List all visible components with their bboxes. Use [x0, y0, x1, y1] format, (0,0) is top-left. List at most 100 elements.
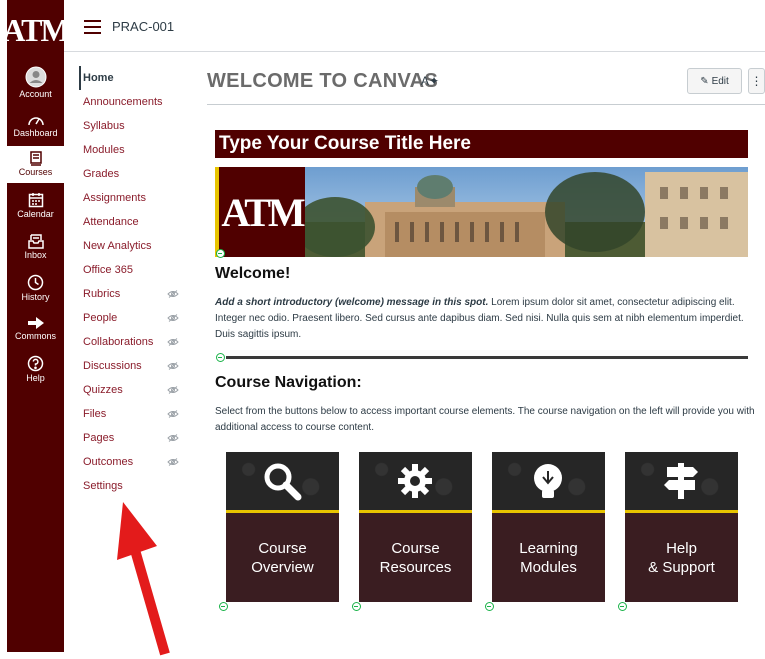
gear-icon — [398, 464, 432, 498]
pencil-icon: ✎ — [700, 75, 709, 87]
course-nav-collaborations[interactable]: Collaborations — [79, 330, 189, 354]
page-title: WELCOME TO CANVAS — [207, 70, 439, 92]
course-nav-label: Modules — [83, 144, 125, 156]
course-nav: Home Announcements Syllabus Modules Grad… — [79, 66, 189, 498]
course-nav-label: Quizzes — [83, 384, 123, 396]
annotation-arrow-icon — [117, 502, 170, 656]
hidden-eye-icon — [167, 434, 179, 442]
content-anchor-icon — [216, 353, 225, 362]
hidden-eye-icon — [167, 290, 179, 298]
canvas-course-home: ATM Account Dashboard Courses Calendar I… — [0, 0, 765, 659]
global-nav-dashboard[interactable]: Dashboard — [7, 113, 64, 139]
tile-label: Course Resources — [359, 513, 472, 602]
university-logo[interactable]: ATM — [2, 10, 70, 50]
course-nav-label: Syllabus — [83, 120, 125, 132]
content-anchor-icon — [219, 602, 228, 611]
global-nav-label: Commons — [14, 331, 56, 341]
breadcrumb-course[interactable]: PRAC-001 — [112, 19, 174, 34]
global-nav-label: History — [21, 292, 50, 302]
course-nav-files[interactable]: Files — [79, 402, 189, 426]
course-navigation-text: Select from the buttons below to access … — [215, 406, 755, 433]
course-nav-settings[interactable]: Settings — [79, 474, 189, 498]
course-title-banner: Type Your Course Title Here — [215, 130, 748, 158]
tile-learning-modules[interactable]: Learning Modules — [492, 452, 605, 602]
global-nav-history[interactable]: History — [7, 274, 64, 303]
global-nav-label: Courses — [18, 167, 53, 177]
tile-course-resources[interactable]: Course Resources — [359, 452, 472, 602]
global-nav-label: Dashboard — [13, 128, 58, 138]
hidden-eye-icon — [167, 458, 179, 466]
global-nav-label: Help — [26, 373, 45, 383]
hamburger-menu-icon[interactable] — [84, 20, 101, 34]
course-nav-label: Files — [83, 408, 107, 420]
course-nav-label: Collaborations — [83, 336, 154, 348]
global-nav-inbox[interactable]: Inbox — [7, 233, 64, 261]
campus-building-photo — [305, 167, 748, 257]
course-nav-label: Pages — [83, 432, 115, 444]
more-options-button[interactable]: ⋮ — [748, 68, 765, 94]
welcome-message-lead: Add a short introductory (welcome) messa… — [215, 297, 489, 308]
course-nav-pages[interactable]: Pages — [79, 426, 189, 450]
global-nav: ATM Account Dashboard Courses Calendar I… — [2, 0, 71, 652]
tile-label: Help & Support — [625, 513, 738, 602]
course-nav-label: Attendance — [83, 216, 139, 228]
signpost-icon — [664, 463, 698, 499]
calendar-icon — [28, 193, 43, 208]
tile-label: Course Overview — [226, 513, 339, 602]
course-nav-rubrics[interactable]: Rubrics — [79, 282, 189, 306]
tile-course-overview[interactable]: Course Overview — [226, 452, 339, 602]
divider — [207, 104, 765, 105]
course-nav-home[interactable]: Home — [79, 66, 189, 90]
hidden-eye-icon — [167, 314, 179, 322]
campus-banner-image: ATM — [215, 167, 748, 257]
hidden-eye-icon — [167, 386, 179, 394]
course-nav-label: Rubrics — [83, 288, 121, 300]
course-nav-announcements[interactable]: Announcements — [79, 90, 189, 114]
commons-icon — [27, 317, 44, 329]
course-nav-label: Announcements — [83, 96, 163, 108]
course-nav-label: Discussions — [83, 360, 142, 372]
course-nav-attendance[interactable]: Attendance — [79, 210, 189, 234]
global-nav-calendar[interactable]: Calendar — [7, 192, 64, 220]
tile-label: Learning Modules — [492, 513, 605, 602]
course-nav-label: Office 365 — [83, 264, 133, 276]
history-icon — [27, 274, 44, 291]
course-nav-syllabus[interactable]: Syllabus — [79, 114, 189, 138]
inbox-icon — [27, 234, 44, 249]
course-nav-modules[interactable]: Modules — [79, 138, 189, 162]
content-anchor-icon — [618, 602, 627, 611]
content-anchor-icon — [485, 602, 494, 611]
welcome-heading: Welcome! — [215, 265, 291, 282]
global-nav-account[interactable]: Account — [7, 66, 64, 100]
global-nav-label: Account — [19, 89, 52, 99]
global-nav-courses[interactable]: Courses — [7, 146, 64, 183]
tile-help-support[interactable]: Help & Support — [625, 452, 738, 602]
edit-button[interactable]: ✎ Edit — [687, 68, 742, 94]
course-nav-outcomes[interactable]: Outcomes — [79, 450, 189, 474]
top-bar: PRAC-001 — [64, 0, 765, 52]
course-nav-people[interactable]: People — [79, 306, 189, 330]
global-nav-label: Inbox — [24, 250, 47, 260]
course-nav-new-analytics[interactable]: New Analytics — [79, 234, 189, 258]
course-nav-office-365[interactable]: Office 365 — [79, 258, 189, 282]
magnifier-icon — [264, 463, 302, 501]
global-nav-label: Calendar — [17, 209, 54, 219]
course-nav-assignments[interactable]: Assignments — [79, 186, 189, 210]
hidden-eye-icon — [167, 362, 179, 370]
content-anchor-icon — [352, 602, 361, 611]
lightbulb-icon — [534, 464, 562, 498]
course-navigation-heading: Course Navigation: — [215, 374, 362, 391]
immersive-reader-icon[interactable]: A✦ — [421, 74, 439, 88]
course-nav-grades[interactable]: Grades — [79, 162, 189, 186]
course-nav-quizzes[interactable]: Quizzes — [79, 378, 189, 402]
courses-icon — [29, 151, 42, 166]
banner-logo: ATM — [219, 167, 306, 257]
course-nav-discussions[interactable]: Discussions — [79, 354, 189, 378]
help-icon — [27, 355, 44, 372]
section-divider — [226, 356, 748, 359]
global-nav-help[interactable]: Help — [7, 355, 64, 384]
dashboard-icon — [27, 117, 44, 126]
course-nav-label: Home — [83, 72, 114, 84]
course-nav-label: Settings — [83, 480, 123, 492]
global-nav-commons[interactable]: Commons — [7, 316, 64, 342]
